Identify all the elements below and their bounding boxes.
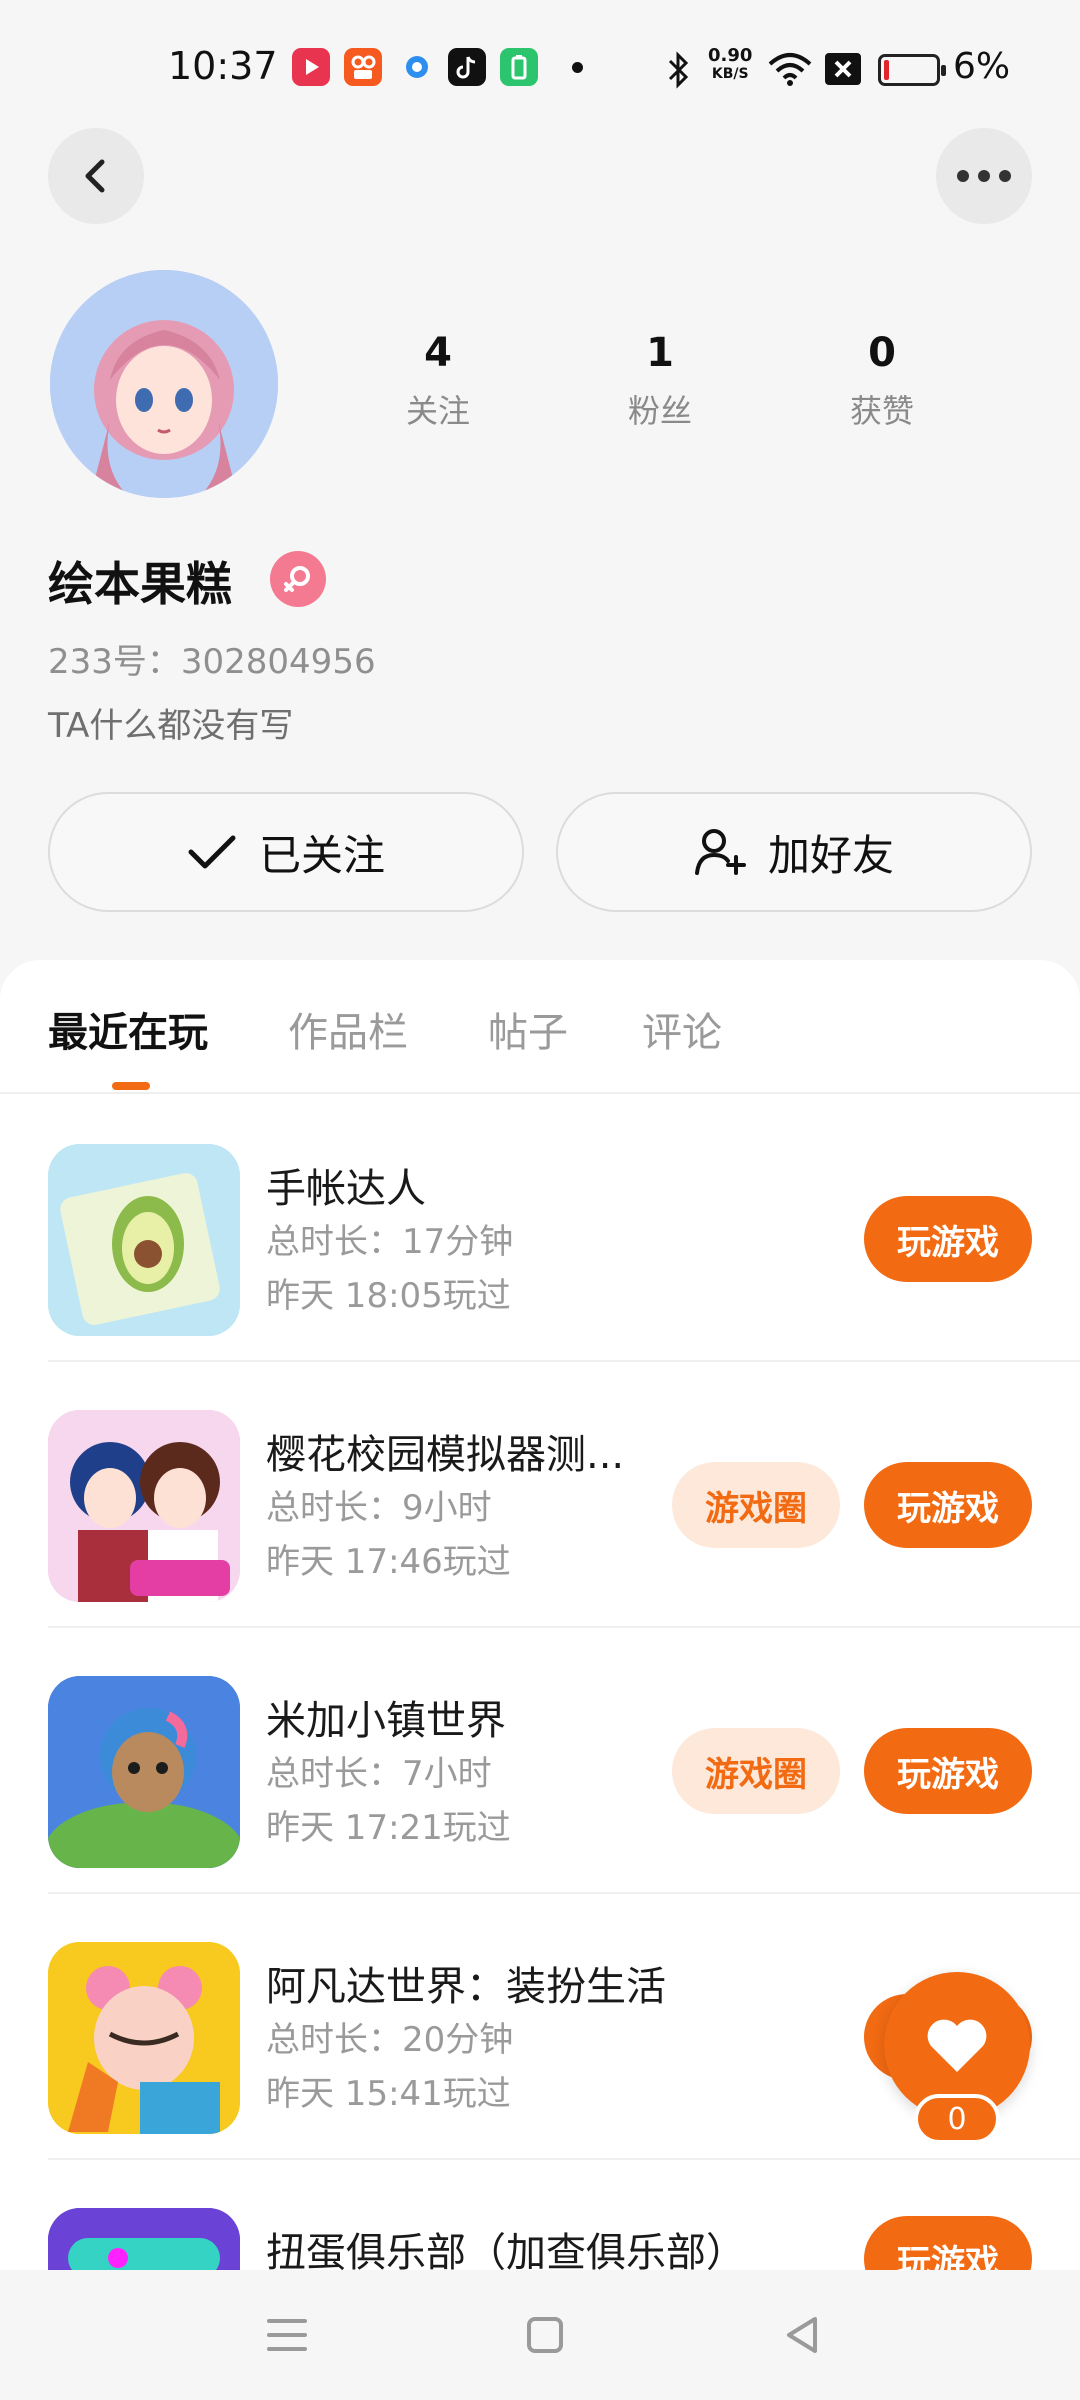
game-row[interactable]: 樱花校园模拟器测... 总时长：9小时 昨天 17:46玩过 游戏圈 玩游戏 bbox=[48, 1362, 1080, 1628]
stat-following[interactable]: 4 关注 bbox=[358, 330, 518, 432]
game-icon-gacha-club[interactable] bbox=[48, 2208, 240, 2270]
status-bar: 10:37 0.90 KB/S 6% bbox=[0, 0, 1080, 130]
game-name: 阿凡达世界：装扮生活 bbox=[266, 1964, 666, 2010]
add-friend-label: 加好友 bbox=[767, 830, 894, 880]
home-square-icon[interactable] bbox=[510, 2300, 580, 2370]
game-circle-button[interactable]: 游戏圈 bbox=[672, 1728, 840, 1814]
active-tab-indicator bbox=[112, 1082, 150, 1090]
battery-saver-app-icon bbox=[500, 48, 538, 86]
game-last-played: 昨天 17:46玩过 bbox=[266, 1542, 511, 1582]
kuaishou-app-icon bbox=[344, 48, 382, 86]
user-bio: TA什么都没有写 bbox=[48, 706, 294, 746]
game-row[interactable]: 手帐达人 总时长：17分钟 昨天 18:05玩过 玩游戏 bbox=[48, 1096, 1080, 1362]
notification-dot-icon bbox=[572, 62, 583, 73]
tab-posts[interactable]: 帖子 bbox=[488, 1000, 568, 1058]
battery-percent: 6% bbox=[953, 46, 1011, 87]
network-speed-unit: KB/S bbox=[711, 66, 749, 82]
heart-icon bbox=[927, 2019, 987, 2072]
bluetooth-icon bbox=[668, 51, 689, 89]
game-circle-button[interactable]: 游戏圈 bbox=[672, 1462, 840, 1548]
stat-likes-label: 获赞 bbox=[849, 392, 914, 430]
game-name: 米加小镇世界 bbox=[266, 1698, 506, 1744]
game-duration: 总时长：7小时 bbox=[266, 1754, 492, 1794]
username: 绘本果糕 bbox=[48, 557, 232, 611]
game-duration: 总时长：9小时 bbox=[266, 1488, 492, 1528]
tab-comments[interactable]: 评论 bbox=[642, 1000, 722, 1058]
back-triangle-icon[interactable] bbox=[768, 2300, 838, 2370]
game-name: 樱花校园模拟器测... bbox=[266, 1432, 625, 1478]
battery-icon bbox=[878, 54, 946, 86]
browser-app-icon bbox=[398, 48, 436, 86]
game-icon-journal[interactable] bbox=[48, 1144, 240, 1336]
status-time: 10:37 bbox=[168, 44, 278, 88]
play-game-button[interactable]: 玩游戏 bbox=[864, 1728, 1032, 1814]
network-speed-value: 0.90 bbox=[708, 45, 753, 66]
user-id: 233号：302804956 bbox=[48, 642, 376, 682]
game-last-played: 昨天 18:05玩过 bbox=[266, 1276, 511, 1316]
video-app-icon bbox=[292, 48, 330, 86]
stat-likes[interactable]: 0 获赞 bbox=[802, 330, 962, 432]
tiktok-app-icon bbox=[448, 48, 486, 86]
game-last-played: 昨天 17:21玩过 bbox=[266, 1808, 511, 1848]
game-row[interactable]: 米加小镇世界 总时长：7小时 昨天 17:21玩过 游戏圈 玩游戏 bbox=[48, 1628, 1080, 1894]
like-count: 0 bbox=[914, 2094, 1000, 2144]
add-friend-button[interactable]: 加好友 bbox=[556, 792, 1032, 912]
stat-fans[interactable]: 1 粉丝 bbox=[580, 330, 740, 432]
stat-fans-value: 1 bbox=[646, 330, 674, 376]
network-speed: 0.90 KB/S bbox=[708, 46, 752, 84]
play-game-button[interactable]: 玩游戏 bbox=[864, 2216, 1032, 2270]
chevron-left-icon bbox=[85, 159, 105, 193]
more-dots-icon bbox=[957, 170, 1011, 182]
stat-following-value: 4 bbox=[424, 330, 452, 376]
play-game-button[interactable]: 玩游戏 bbox=[864, 1196, 1032, 1282]
check-icon bbox=[188, 835, 236, 869]
add-user-icon bbox=[694, 829, 746, 875]
followed-label: 已关注 bbox=[258, 830, 385, 880]
game-icon-miga-town[interactable] bbox=[48, 1676, 240, 1868]
game-last-played: 昨天 15:41玩过 bbox=[266, 2074, 511, 2114]
play-game-button[interactable]: 玩游戏 bbox=[864, 1462, 1032, 1548]
tab-bar: 最近在玩 作品栏 帖子 评论 bbox=[0, 960, 1080, 1094]
stat-fans-label: 粉丝 bbox=[627, 392, 692, 430]
avatar[interactable] bbox=[50, 270, 278, 498]
stat-following-label: 关注 bbox=[405, 392, 470, 430]
game-icon-sakura-school[interactable] bbox=[48, 1410, 240, 1602]
game-name: 手帐达人 bbox=[266, 1166, 426, 1212]
game-row[interactable]: 扭蛋俱乐部（加查俱乐部） 玩游戏 bbox=[48, 2160, 1080, 2270]
sim-off-icon bbox=[825, 53, 861, 85]
game-duration: 总时长：20分钟 bbox=[266, 2020, 514, 2060]
tab-recently-played[interactable]: 最近在玩 bbox=[48, 1000, 208, 1058]
game-name: 扭蛋俱乐部（加查俱乐部） bbox=[266, 2230, 746, 2270]
stat-likes-value: 0 bbox=[868, 330, 896, 376]
female-icon bbox=[270, 551, 326, 607]
game-icon-avatar-world[interactable] bbox=[48, 1942, 240, 2134]
back-button[interactable] bbox=[48, 128, 144, 224]
system-nav-bar bbox=[0, 2270, 1080, 2400]
more-button[interactable] bbox=[936, 128, 1032, 224]
followed-button[interactable]: 已关注 bbox=[48, 792, 524, 912]
tab-works[interactable]: 作品栏 bbox=[288, 1000, 408, 1058]
menu-icon[interactable] bbox=[252, 2300, 322, 2370]
game-duration: 总时长：17分钟 bbox=[266, 1222, 514, 1262]
wifi-icon bbox=[768, 53, 812, 86]
